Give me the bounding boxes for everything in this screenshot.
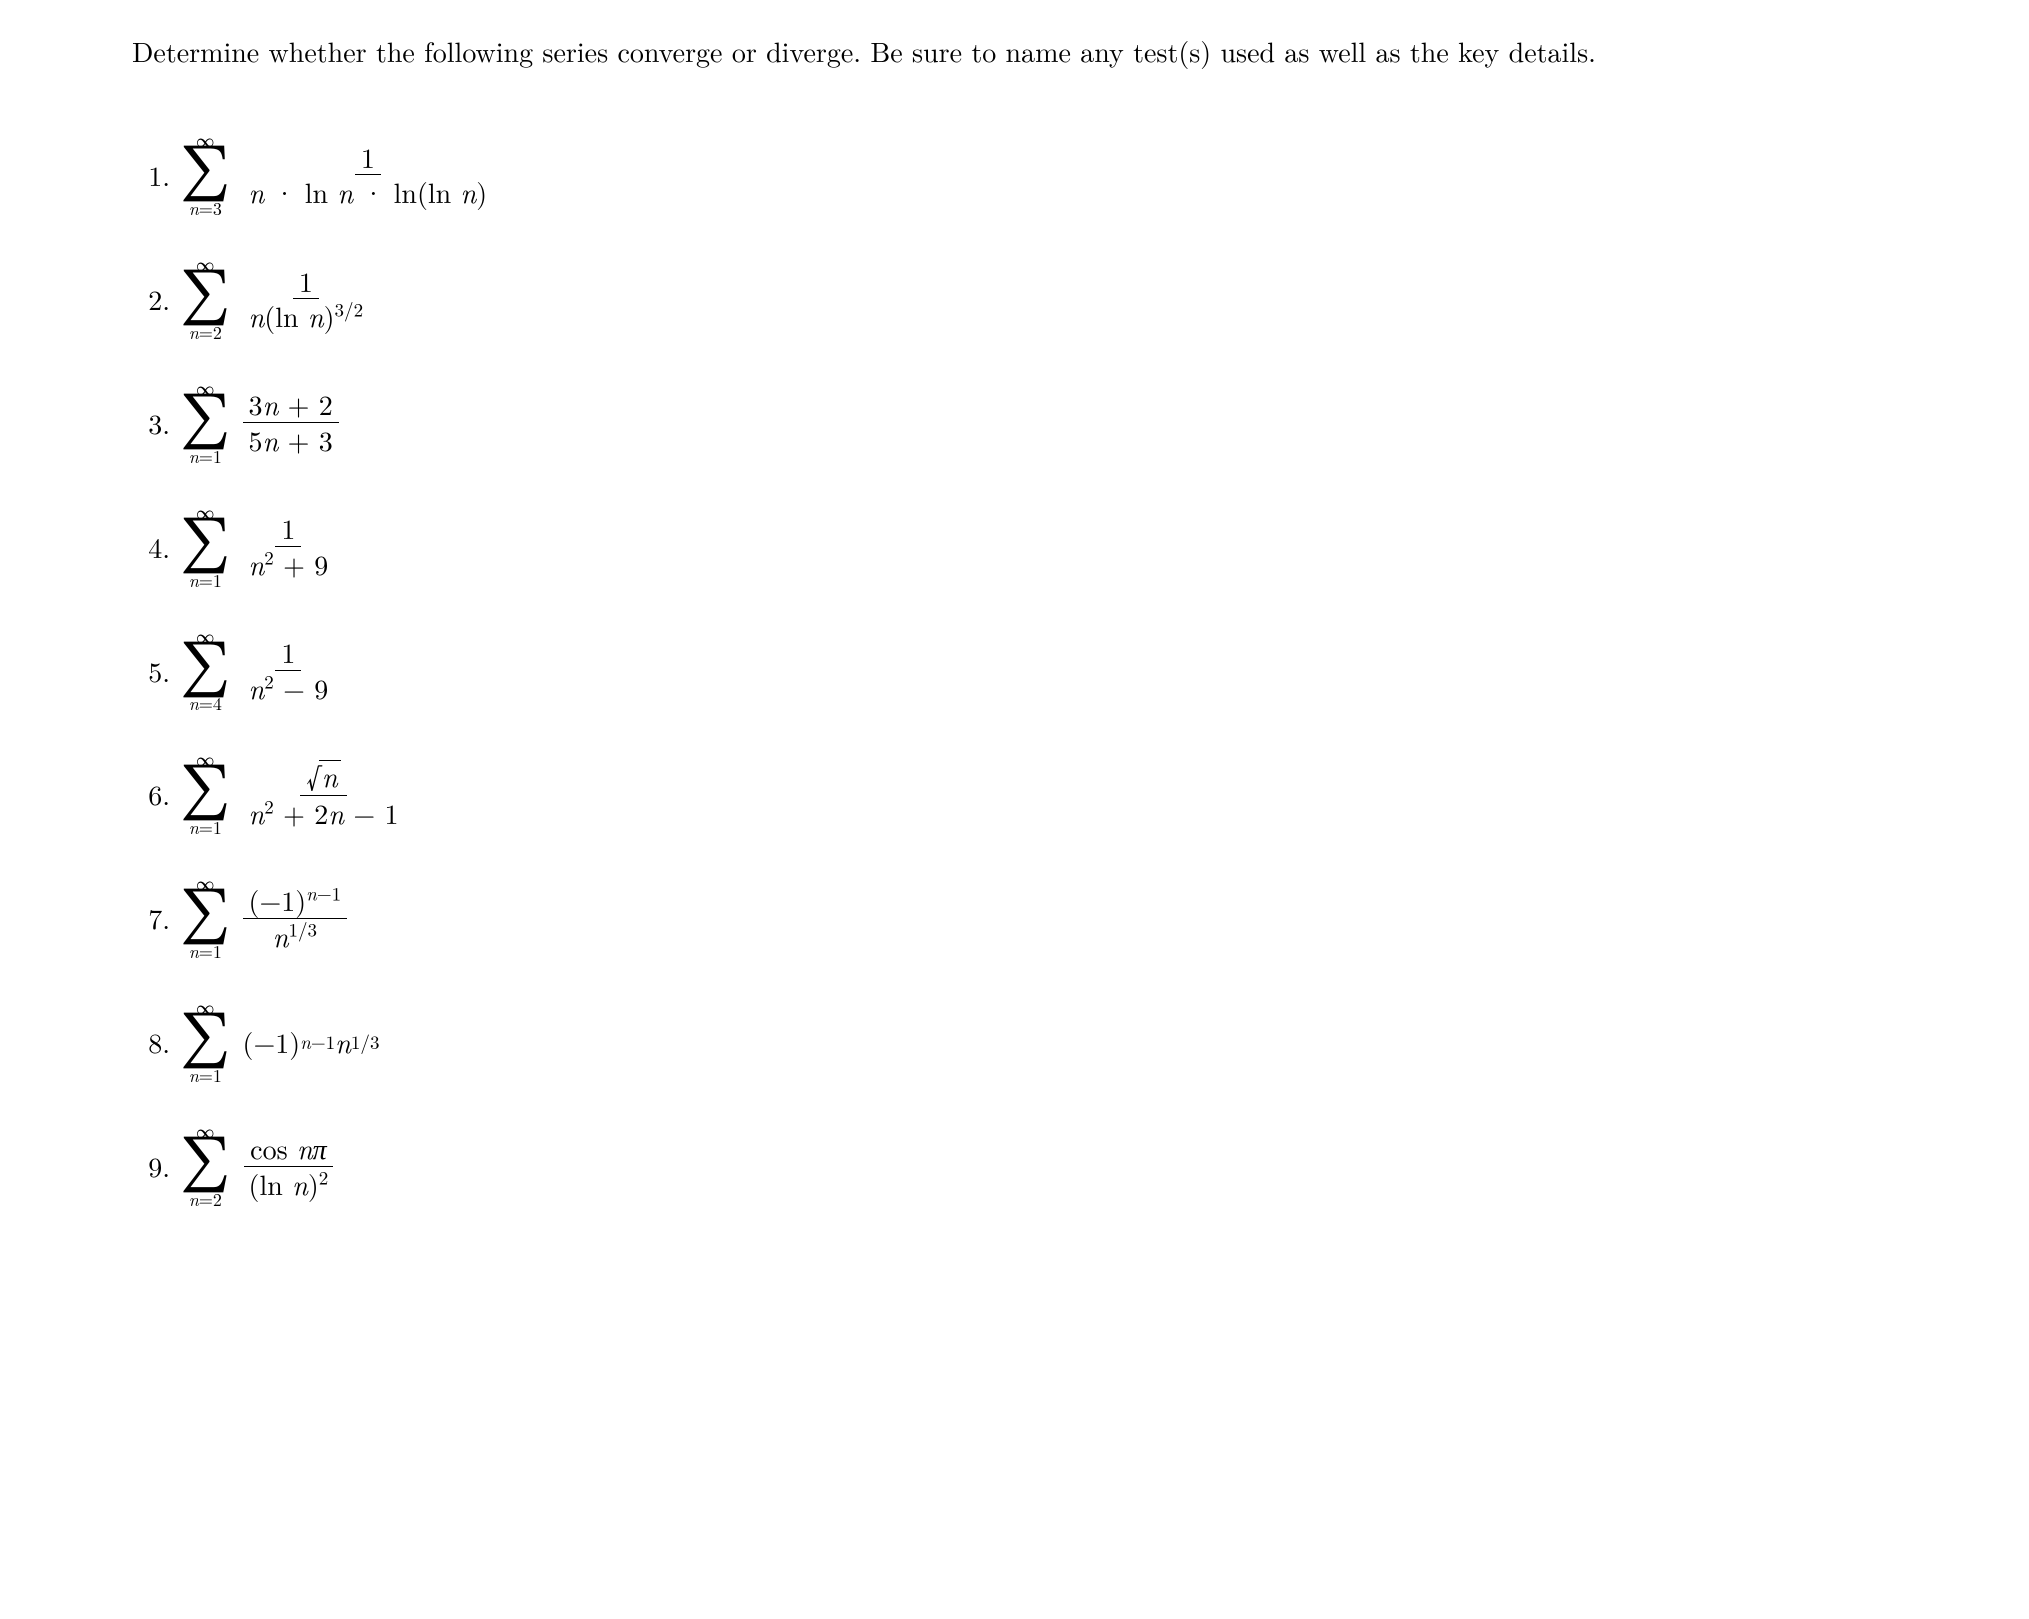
- numerator: 1: [355, 140, 381, 176]
- problem-1: 1. ∞ ∑ n=3 1 n · ln n · ln(ln n): [130, 132, 1939, 218]
- problem-3: 3. ∞ ∑ n=1 3n + 2 5n + 3: [130, 380, 1939, 466]
- series-expression: ∞ ∑ n=2 1 n(ln n)3/2: [180, 256, 373, 342]
- sigma-icon: ∞ ∑ n=1: [180, 875, 231, 961]
- sigma-icon: ∞ ∑ n=1: [180, 380, 231, 466]
- denominator: 5n + 3: [243, 423, 339, 458]
- numerator: 3n + 2: [243, 387, 339, 423]
- series-expression: ∞ ∑ n=1 1 n2 + 9: [180, 504, 338, 590]
- problem-number: 3.: [130, 403, 170, 443]
- fraction: 3n + 2 5n + 3: [243, 387, 339, 458]
- sigma-icon: ∞ ∑ n=1: [180, 751, 231, 837]
- sigma-symbol: ∑: [180, 895, 231, 941]
- sigma-lower-limit: n=1: [189, 448, 222, 466]
- sigma-icon: ∞ ∑ n=2: [180, 1123, 231, 1209]
- problem-number: 6.: [130, 774, 170, 814]
- numerator: √n: [300, 758, 346, 796]
- denominator: (ln n)2: [243, 1167, 335, 1202]
- sigma-icon: ∞ ∑ n=3: [180, 132, 231, 218]
- problem-6: 6. ∞ ∑ n=1 √n n2 + 2n − 1: [130, 751, 1939, 837]
- numerator: cos nπ: [244, 1131, 333, 1167]
- sigma-symbol: ∑: [180, 152, 231, 198]
- instructions-text: Determine whether the following series c…: [90, 30, 1939, 72]
- problem-8: 8. ∞ ∑ n=1 (−1)n−1n1/3: [130, 999, 1939, 1085]
- sigma-lower-limit: n=1: [189, 572, 222, 590]
- sigma-symbol: ∑: [180, 1019, 231, 1065]
- problem-9: 9. ∞ ∑ n=2 cos nπ (ln n)2: [130, 1123, 1939, 1209]
- denominator: n(ln n)3/2: [243, 299, 370, 334]
- fraction: (−1)n−1 n1/3: [243, 883, 348, 954]
- problem-5: 5. ∞ ∑ n=4 1 n2 − 9: [130, 628, 1939, 714]
- fraction: 1 n · ln n · ln(ln n): [243, 140, 494, 211]
- problem-7: 7. ∞ ∑ n=1 (−1)n−1 n1/3: [130, 875, 1939, 961]
- numerator: 1: [293, 264, 319, 300]
- sigma-symbol: ∑: [180, 276, 231, 322]
- problem-list: 1. ∞ ∑ n=3 1 n · ln n · ln(ln n) 2. ∞ ∑ …: [130, 132, 1939, 1209]
- problem-number: 1.: [130, 155, 170, 195]
- problem-number: 5.: [130, 651, 170, 691]
- sigma-symbol: ∑: [180, 648, 231, 694]
- sigma-symbol: ∑: [180, 1143, 231, 1189]
- sigma-lower-limit: n=4: [189, 695, 222, 713]
- problem-number: 4.: [130, 527, 170, 567]
- series-expression: ∞ ∑ n=1 √n n2 + 2n − 1: [180, 751, 408, 837]
- fraction: 1 n2 + 9: [243, 511, 335, 582]
- denominator: n2 + 2n − 1: [243, 796, 405, 831]
- sigma-icon: ∞ ∑ n=4: [180, 628, 231, 714]
- sigma-icon: ∞ ∑ n=1: [180, 999, 231, 1085]
- sigma-lower-limit: n=1: [189, 943, 222, 961]
- sigma-lower-limit: n=2: [189, 1191, 222, 1209]
- numerator: (−1)n−1: [243, 883, 348, 919]
- series-term: (−1)n−1n1/3: [243, 1022, 380, 1062]
- problem-number: 2.: [130, 279, 170, 319]
- fraction: √n n2 + 2n − 1: [243, 758, 405, 831]
- problem-number: 7.: [130, 898, 170, 938]
- series-expression: ∞ ∑ n=1 3n + 2 5n + 3: [180, 380, 343, 466]
- numerator: 1: [275, 635, 301, 671]
- problem-4: 4. ∞ ∑ n=1 1 n2 + 9: [130, 504, 1939, 590]
- sigma-lower-limit: n=1: [189, 1067, 222, 1085]
- sigma-symbol: ∑: [180, 400, 231, 446]
- fraction: cos nπ (ln n)2: [243, 1131, 335, 1202]
- denominator: n · ln n · ln(ln n): [243, 175, 494, 210]
- sigma-lower-limit: n=1: [189, 819, 222, 837]
- problem-number: 9.: [130, 1146, 170, 1186]
- sigma-icon: ∞ ∑ n=2: [180, 256, 231, 342]
- denominator: n2 − 9: [243, 671, 335, 706]
- series-expression: ∞ ∑ n=2 cos nπ (ln n)2: [180, 1123, 338, 1209]
- series-expression: ∞ ∑ n=1 (−1)n−1n1/3: [180, 999, 379, 1085]
- fraction: 1 n(ln n)3/2: [243, 264, 370, 335]
- series-expression: ∞ ∑ n=4 1 n2 − 9: [180, 628, 338, 714]
- problem-2: 2. ∞ ∑ n=2 1 n(ln n)3/2: [130, 256, 1939, 342]
- problem-number: 8.: [130, 1022, 170, 1062]
- series-expression: ∞ ∑ n=3 1 n · ln n · ln(ln n): [180, 132, 497, 218]
- sigma-lower-limit: n=2: [189, 324, 222, 342]
- denominator: n1/3: [267, 919, 323, 954]
- denominator: n2 + 9: [243, 547, 335, 582]
- numerator: 1: [275, 511, 301, 547]
- sigma-lower-limit: n=3: [189, 200, 222, 218]
- fraction: 1 n2 − 9: [243, 635, 335, 706]
- sigma-icon: ∞ ∑ n=1: [180, 504, 231, 590]
- sigma-symbol: ∑: [180, 771, 231, 817]
- series-expression: ∞ ∑ n=1 (−1)n−1 n1/3: [180, 875, 351, 961]
- sigma-symbol: ∑: [180, 524, 231, 570]
